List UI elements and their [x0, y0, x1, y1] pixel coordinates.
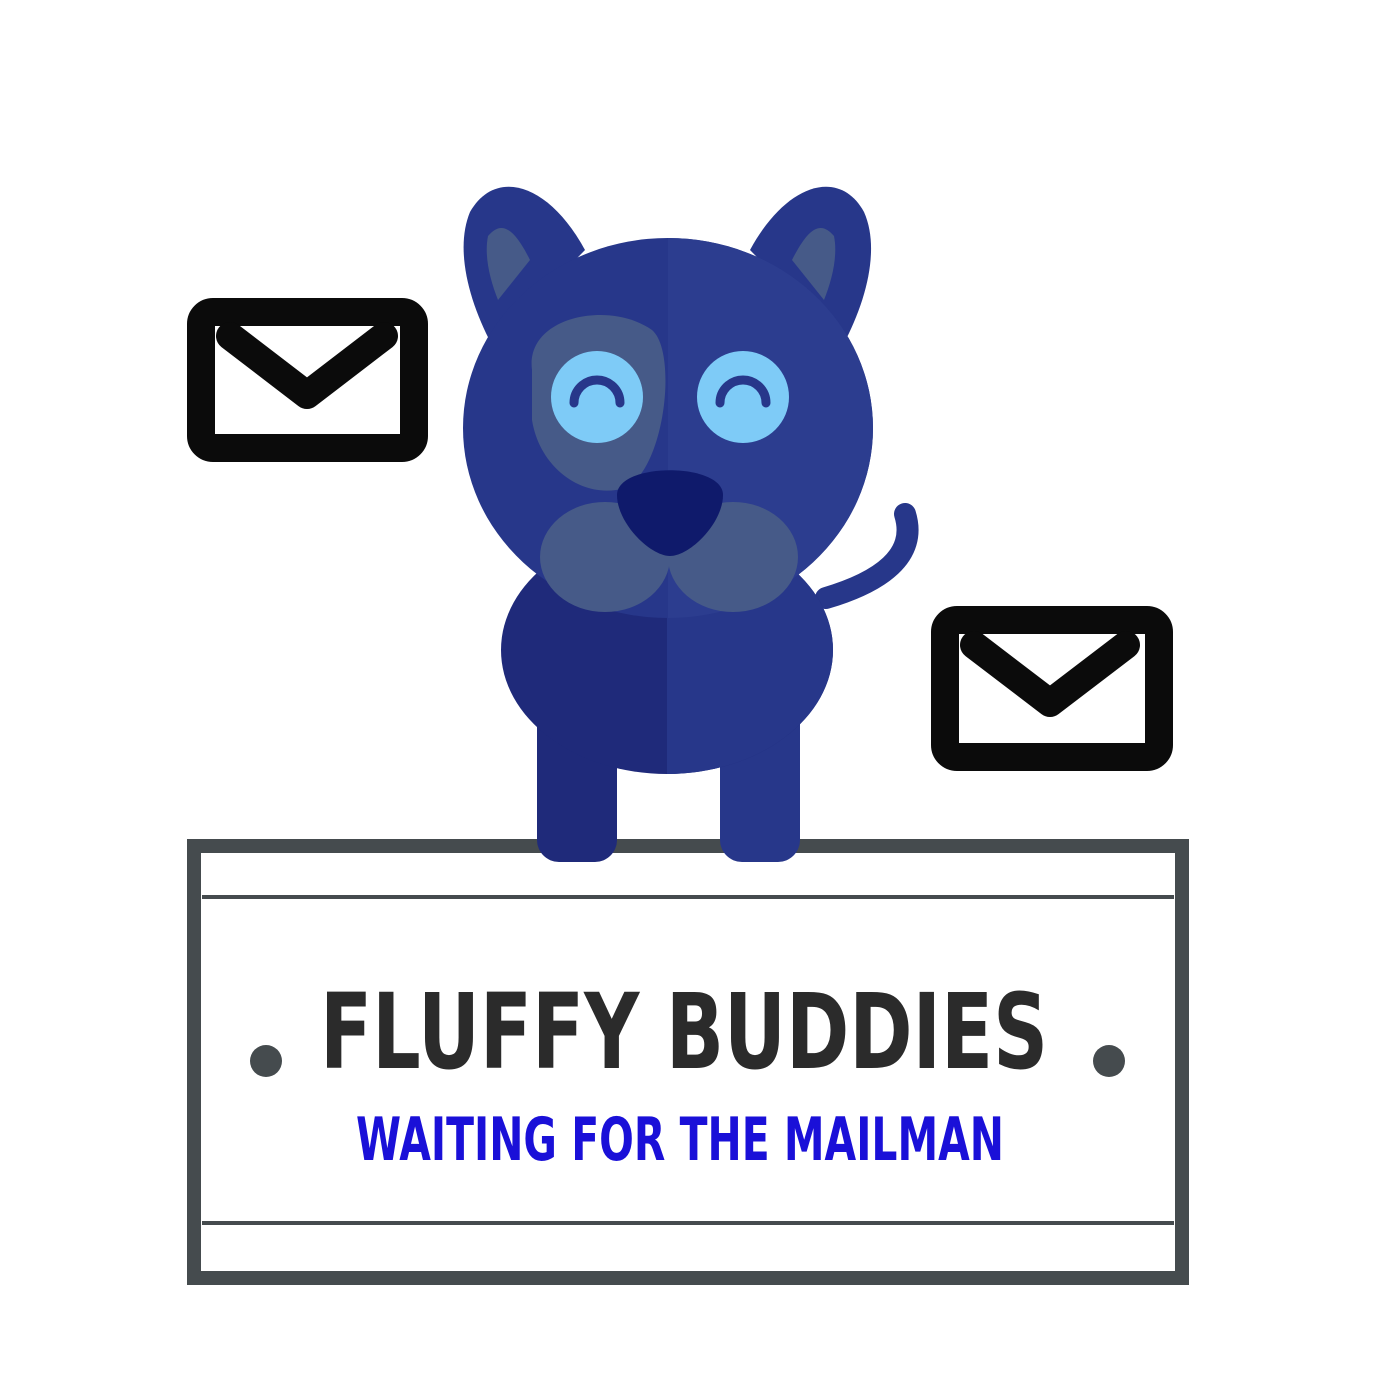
envelope-icon: [931, 606, 1173, 771]
sign-bolt: [1093, 1045, 1125, 1077]
logo-subtitle: WAITING FOR THE MAILMAN: [356, 1105, 1004, 1175]
logo-title: FLUFFY BUDDIES: [320, 971, 1048, 1093]
logo-canvas: FLUFFY BUDDIES WAITING FOR THE MAILMAN: [0, 0, 1400, 1400]
envelope-icon: [187, 298, 428, 462]
logo-artwork: FLUFFY BUDDIES WAITING FOR THE MAILMAN: [187, 186, 1189, 1285]
sign-bolt: [250, 1045, 282, 1077]
dog-mascot: [463, 186, 919, 862]
